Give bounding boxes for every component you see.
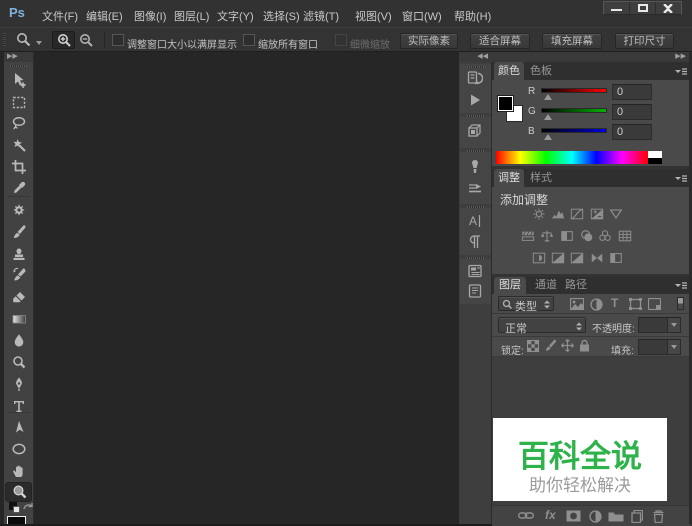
svg-text:A: A [469, 214, 477, 228]
